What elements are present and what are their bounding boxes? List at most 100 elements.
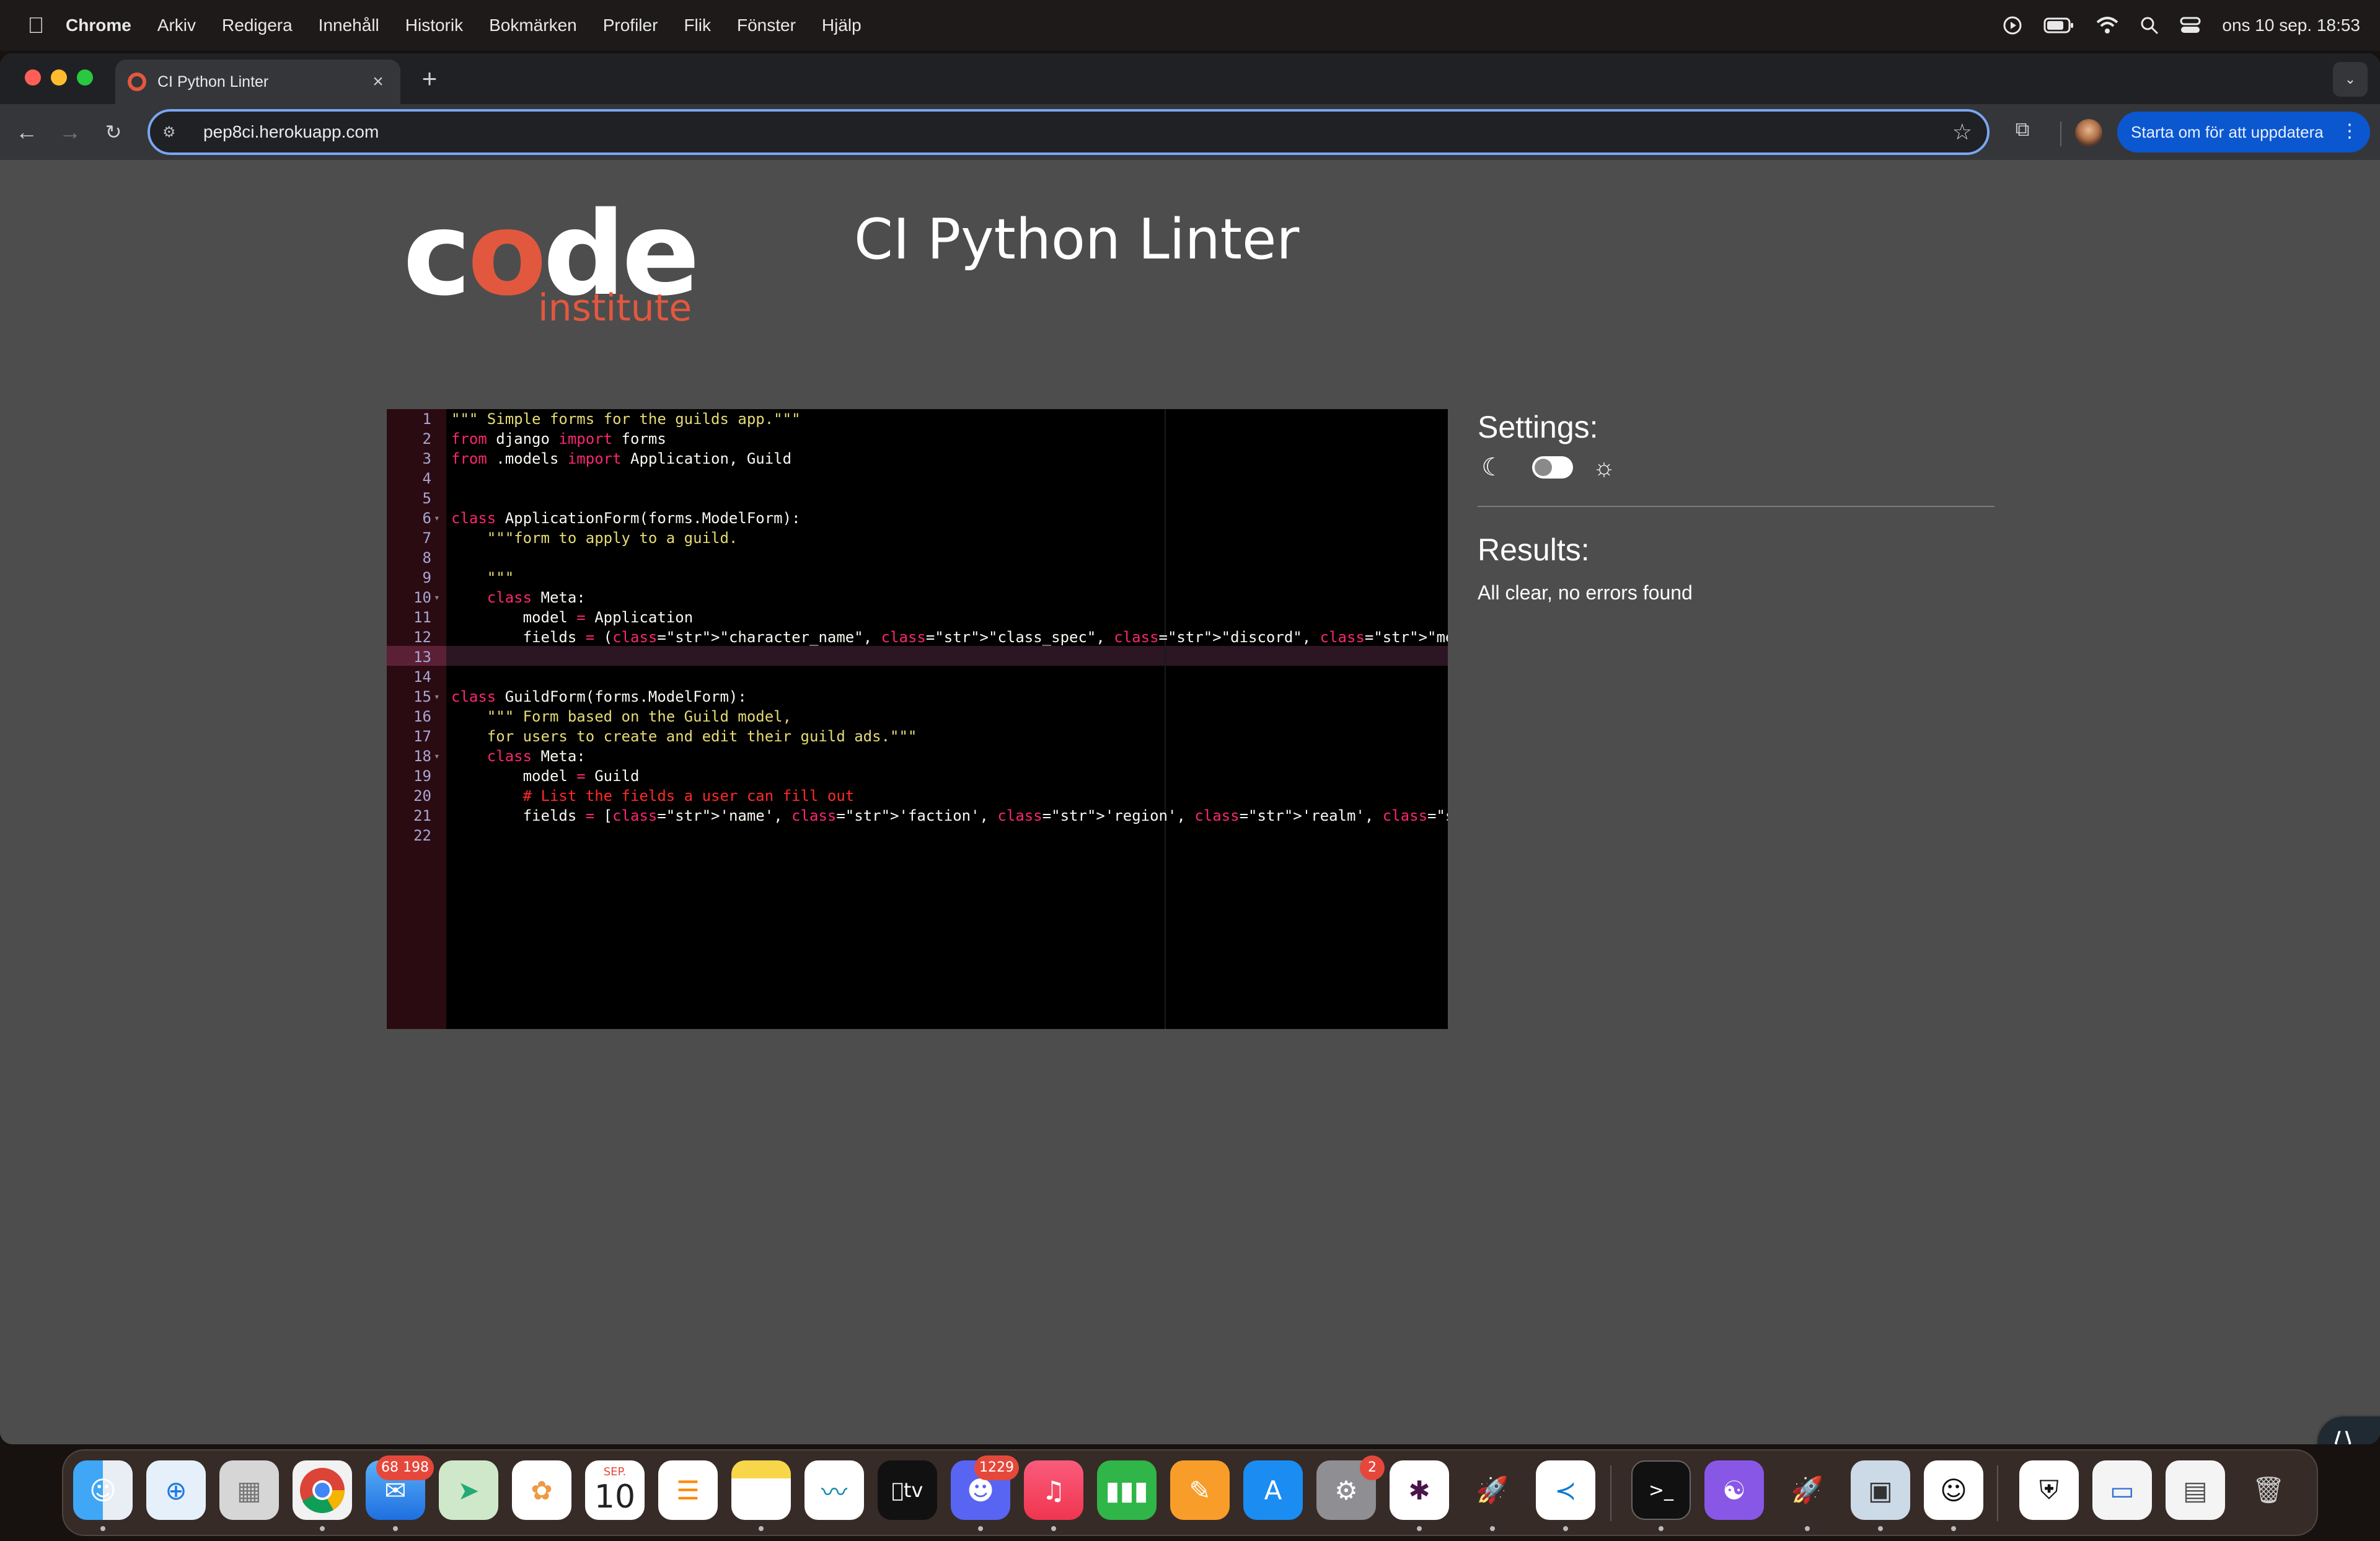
spotlight-search-icon[interactable] bbox=[2140, 16, 2159, 35]
menu-redigera[interactable]: Redigera bbox=[222, 15, 293, 35]
vscode-icon[interactable]: ≺ bbox=[1536, 1460, 1595, 1520]
fold-arrow-icon[interactable]: ▾ bbox=[434, 746, 440, 766]
calendar-icon[interactable]: SEP. 10 bbox=[585, 1460, 645, 1520]
menu-profiler[interactable]: Profiler bbox=[603, 15, 658, 35]
menu-flik[interactable]: Flik bbox=[684, 15, 711, 35]
close-tab-icon[interactable]: × bbox=[367, 71, 389, 93]
app-store-icon[interactable]: A bbox=[1243, 1460, 1303, 1520]
safari-icon[interactable]: ⊕ bbox=[146, 1460, 206, 1520]
menu-hjalp[interactable]: Hjälp bbox=[822, 15, 862, 35]
menu-arkiv[interactable]: Arkiv bbox=[157, 15, 196, 35]
code-line[interactable]: 2 from django import forms bbox=[387, 429, 1448, 449]
bookmark-star-icon[interactable]: ☆ bbox=[1952, 119, 1972, 145]
code-line[interactable]: 7 """form to apply to a guild. bbox=[387, 528, 1448, 548]
code-line[interactable]: 15 ▾ class GuildForm(forms.ModelForm): bbox=[387, 687, 1448, 707]
forward-arrow-icon[interactable]: → bbox=[56, 118, 84, 146]
back-arrow-icon[interactable]: ← bbox=[12, 118, 41, 146]
code-line[interactable]: 20 # List the fields a user can fill out bbox=[387, 786, 1448, 806]
line-number: 15 bbox=[413, 688, 431, 705]
more-menu-icon[interactable]: ⋮ bbox=[2340, 120, 2359, 142]
code-line[interactable]: 8 bbox=[387, 548, 1448, 568]
code-line-text: fields = (class="str">"character_name", … bbox=[451, 629, 1448, 646]
code-line[interactable]: 13 bbox=[387, 647, 1448, 667]
code-line[interactable]: 16 """ Form based on the Guild model, bbox=[387, 707, 1448, 726]
launchpad-icon[interactable]: ▦ bbox=[219, 1460, 279, 1520]
pages-icon[interactable]: ✎ bbox=[1170, 1460, 1230, 1520]
trash-icon[interactable]: 🗑 bbox=[2239, 1460, 2298, 1520]
menu-app-name[interactable]: Chrome bbox=[66, 15, 131, 35]
numbers-icon[interactable]: ▮▮▮ bbox=[1097, 1460, 1157, 1520]
menu-innehall[interactable]: Innehåll bbox=[319, 15, 379, 35]
zoom-window-button[interactable] bbox=[77, 69, 93, 86]
wifi-icon[interactable] bbox=[2096, 16, 2119, 35]
address-bar[interactable]: ⚙ pep8ci.herokuapp.com ☆ bbox=[148, 109, 1990, 155]
finder-icon[interactable]: ☺ bbox=[73, 1460, 133, 1520]
minimized-window-icon[interactable]: ▭ bbox=[2092, 1460, 2152, 1520]
close-window-button[interactable] bbox=[25, 69, 41, 86]
tab-ci-python-linter[interactable]: CI Python Linter × bbox=[115, 60, 400, 104]
code-line[interactable]: 9 """ bbox=[387, 568, 1448, 588]
reload-icon[interactable]: ↻ bbox=[99, 118, 128, 146]
url-text[interactable]: pep8ci.herokuapp.com bbox=[203, 122, 379, 142]
extensions-puzzle-icon[interactable]: ⧉ bbox=[2008, 118, 2037, 146]
freeform-icon[interactable]: 〰 bbox=[804, 1460, 864, 1520]
apple-menu-icon[interactable]:  bbox=[24, 12, 48, 38]
music-icon[interactable]: ♫ bbox=[1024, 1460, 1083, 1520]
photos-icon[interactable]: ✿ bbox=[512, 1460, 571, 1520]
code-line[interactable]: 19 model = Guild bbox=[387, 766, 1448, 786]
chrome-running-dot bbox=[320, 1526, 325, 1531]
code-line[interactable]: 3 from .models import Application, Guild bbox=[387, 449, 1448, 469]
side-search-code-icon[interactable]: ⟨⟩ bbox=[2316, 1415, 2380, 1444]
reminders-icon[interactable]: ☰ bbox=[658, 1460, 718, 1520]
minimized-window-2-icon[interactable]: ▤ bbox=[2166, 1460, 2225, 1520]
code-line[interactable]: 4 bbox=[387, 469, 1448, 488]
code-line[interactable]: 14 bbox=[387, 667, 1448, 687]
fold-arrow-icon[interactable]: ▾ bbox=[434, 588, 440, 607]
discord-icon[interactable]: ☻ 1229 bbox=[951, 1455, 1019, 1520]
code-line-text: fields = [class="str">'name', class="str… bbox=[451, 807, 1448, 824]
code-line[interactable]: 12 fields = (class="str">"character_name… bbox=[387, 627, 1448, 647]
profile-avatar[interactable] bbox=[2075, 119, 2102, 146]
chrome-icon[interactable] bbox=[293, 1460, 352, 1520]
play-icon[interactable] bbox=[2003, 15, 2022, 35]
code-line[interactable]: 21 fields = [class="str">'name', class="… bbox=[387, 806, 1448, 826]
rocket-app-icon[interactable]: 🚀 bbox=[1778, 1460, 1837, 1520]
menu-fonster[interactable]: Fönster bbox=[737, 15, 796, 35]
fold-arrow-icon[interactable]: ▾ bbox=[434, 687, 440, 707]
preview-icon[interactable]: ▣ bbox=[1851, 1460, 1910, 1520]
menu-historik[interactable]: Historik bbox=[405, 15, 463, 35]
code-institute-logo[interactable]: code institute bbox=[403, 196, 700, 330]
settings-badge: 2 bbox=[1360, 1455, 1385, 1480]
code-line[interactable]: 17 for users to create and edit their gu… bbox=[387, 726, 1448, 746]
restart-to-update-button[interactable]: Starta om för att uppdatera ⋮ bbox=[2117, 112, 2370, 152]
code-line[interactable]: 5 bbox=[387, 488, 1448, 508]
code-line[interactable]: 10 ▾ class Meta: bbox=[387, 588, 1448, 607]
horde-icon[interactable]: ⛨ bbox=[2019, 1460, 2079, 1520]
code-editor[interactable]: 1 """ Simple forms for the guilds app."""… bbox=[387, 409, 1448, 1029]
apple-tv-icon[interactable]: tv bbox=[878, 1460, 937, 1520]
tab-search-button[interactable]: ⌄ bbox=[2333, 62, 2368, 97]
minimize-window-button[interactable] bbox=[51, 69, 67, 86]
slack-icon[interactable]: ✱ bbox=[1390, 1460, 1449, 1520]
new-tab-button[interactable]: + bbox=[414, 63, 445, 94]
terminal-icon[interactable]: >_ bbox=[1631, 1460, 1691, 1520]
mail-icon[interactable]: ✉ 68 198 bbox=[366, 1455, 434, 1520]
menubar-clock[interactable]: ons 10 sep. 18:53 bbox=[2222, 15, 2360, 35]
code-line[interactable]: 1 """ Simple forms for the guilds app.""" bbox=[387, 409, 1448, 429]
rocket-icon[interactable]: 🚀 bbox=[1463, 1460, 1522, 1520]
control-center-icon[interactable] bbox=[2180, 16, 2201, 35]
code-line[interactable]: 18 ▾ class Meta: bbox=[387, 746, 1448, 766]
battery-icon[interactable] bbox=[2043, 17, 2074, 34]
menu-bokmarken[interactable]: Bokmärken bbox=[489, 15, 577, 35]
code-line[interactable]: 11 model = Application bbox=[387, 607, 1448, 627]
code-line[interactable]: 22 bbox=[387, 826, 1448, 846]
notes-icon[interactable] bbox=[731, 1460, 791, 1520]
site-info-icon[interactable]: ⚙ bbox=[162, 123, 193, 141]
fold-arrow-icon[interactable]: ▾ bbox=[434, 508, 440, 528]
emoji-face-icon[interactable]: ☺ bbox=[1924, 1460, 1983, 1520]
github-desktop-icon[interactable]: ☯ bbox=[1704, 1460, 1764, 1520]
maps-icon[interactable]: ➤ bbox=[439, 1460, 498, 1520]
system-settings-icon[interactable]: ⚙ 2 bbox=[1316, 1455, 1385, 1520]
code-line[interactable]: 6 ▾ class ApplicationForm(forms.ModelForm)… bbox=[387, 508, 1448, 528]
theme-toggle[interactable] bbox=[1532, 456, 1573, 479]
